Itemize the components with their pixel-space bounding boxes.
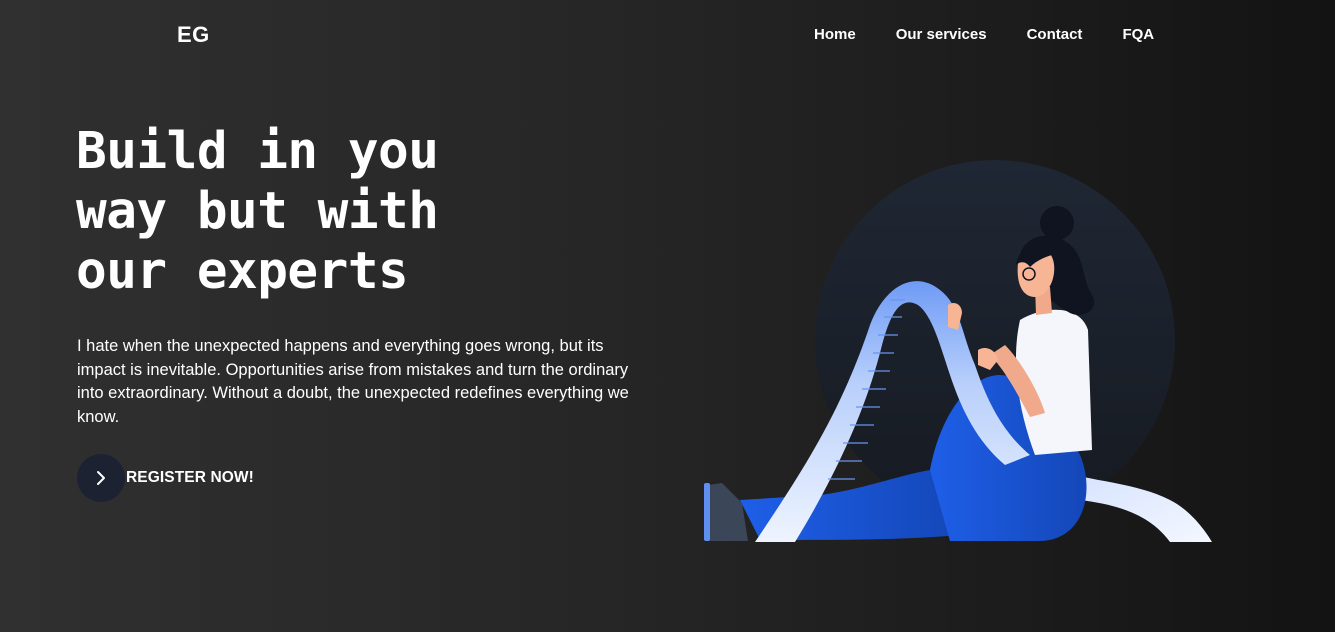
hair-bun — [1040, 206, 1074, 240]
hero-description: I hate when the unexpected happens and e… — [77, 337, 629, 426]
shoe — [706, 483, 748, 541]
nav-home[interactable]: Home — [814, 26, 856, 43]
register-now-button[interactable]: REGISTER NOW! — [77, 454, 254, 502]
hero-headline: Build in you way but with our experts — [76, 122, 546, 302]
hero-illustration — [704, 160, 1212, 542]
logo[interactable]: EG — [177, 22, 210, 48]
cta-circle[interactable] — [77, 454, 125, 502]
headline-line-2: way but with — [76, 182, 439, 241]
chevron-right-icon — [97, 471, 105, 485]
nav-our-services[interactable]: Our services — [896, 26, 987, 43]
nav-contact[interactable]: Contact — [1027, 26, 1083, 43]
headline-line-3: our experts — [76, 242, 409, 301]
shoe-sole — [704, 483, 710, 541]
headline-line-1: Build in you — [76, 122, 439, 181]
main-nav: Home Our services Contact FQA — [814, 26, 1154, 43]
nav-fqa[interactable]: FQA — [1122, 26, 1154, 43]
register-now-label[interactable]: REGISTER NOW! — [126, 469, 254, 487]
